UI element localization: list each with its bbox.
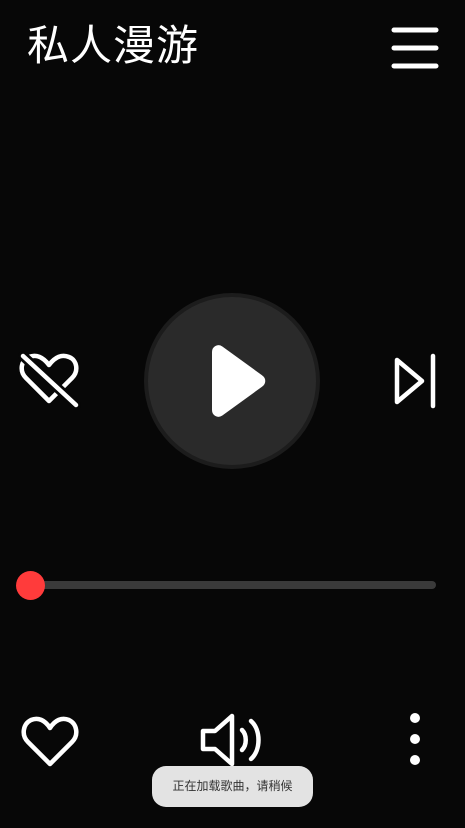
heart-off-icon: [18, 351, 81, 410]
next-song-button[interactable]: [392, 352, 438, 410]
heart-outline-icon: [21, 716, 79, 767]
volume-button[interactable]: [198, 710, 268, 770]
progress-track[interactable]: [30, 581, 436, 589]
menu-button[interactable]: [388, 25, 442, 71]
volume-icon: [200, 713, 261, 767]
skip-next-icon: [394, 353, 436, 409]
dislike-button[interactable]: [16, 348, 82, 410]
play-icon: [212, 345, 266, 417]
hamburger-menu-icon: [391, 27, 439, 69]
more-vertical-icon: [410, 713, 420, 765]
play-button[interactable]: [148, 297, 316, 465]
progress-thumb[interactable]: [15, 571, 45, 600]
page-title: 私人漫游: [27, 21, 200, 70]
loading-toast: 正在加载歌曲，请稍候: [152, 766, 313, 807]
private-roaming-screen: 私人漫游 正在加载歌曲，请稍候: [0, 0, 465, 828]
like-button[interactable]: [18, 712, 82, 770]
more-options-button[interactable]: [402, 712, 428, 770]
